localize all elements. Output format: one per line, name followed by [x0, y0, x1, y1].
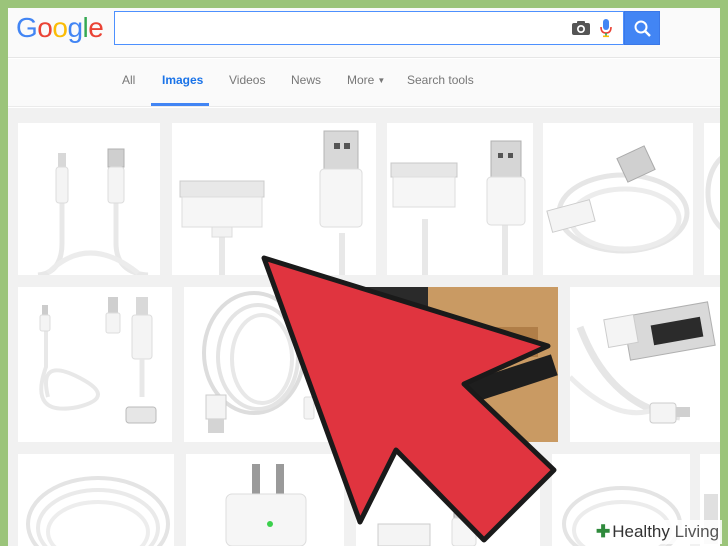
watermark-suffix: Living [674, 522, 720, 541]
arrow-pointer [261, 255, 557, 543]
healthy-living-watermark: ✚ Healthy Living [592, 520, 722, 544]
watermark-brand: Healthy [612, 522, 670, 541]
plus-icon: ✚ [596, 522, 611, 541]
